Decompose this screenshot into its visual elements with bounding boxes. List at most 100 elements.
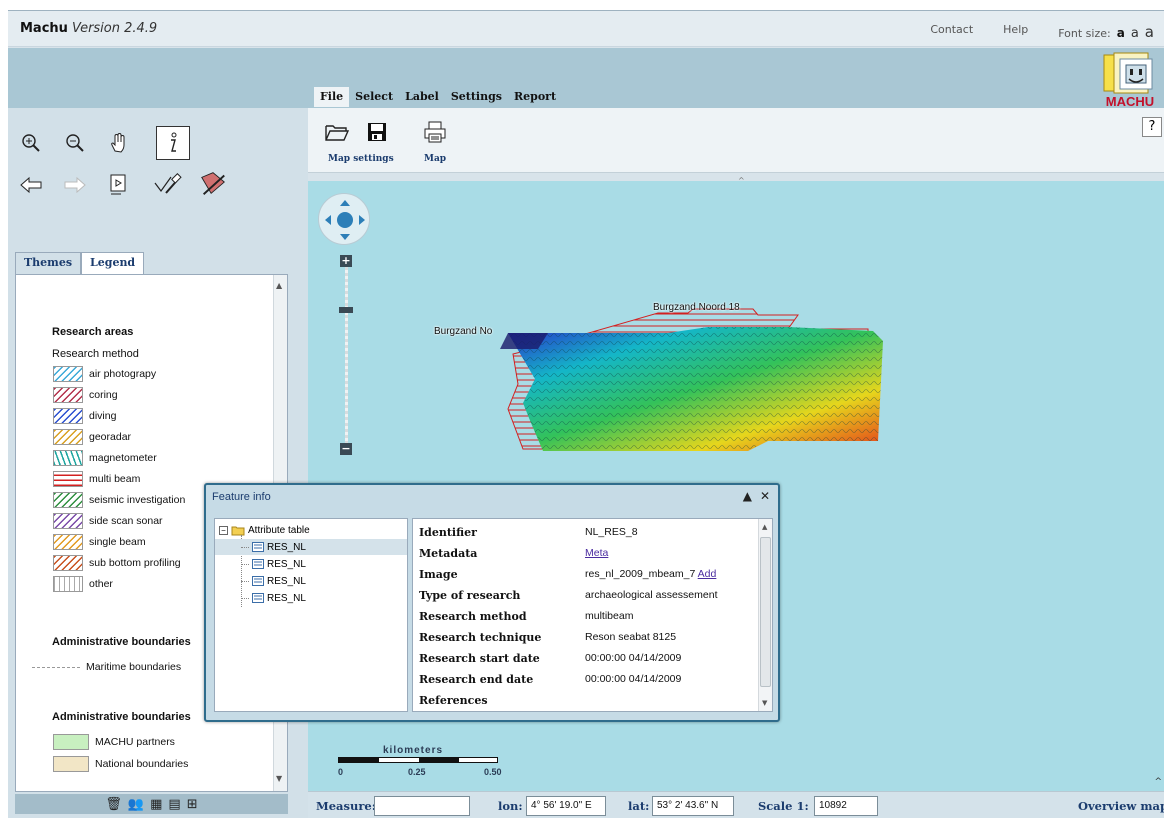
table-record-icon (252, 576, 264, 586)
attribute-key: References (419, 693, 488, 707)
attribute-value-cell: NL_RES_8 (585, 526, 638, 538)
method-swatch (53, 492, 83, 508)
machu-logo: MACHU (1100, 51, 1160, 109)
file-toolbar: Map settings Map (308, 108, 1164, 173)
legend-item-method: multi beam (53, 470, 140, 488)
partners-swatch (53, 734, 89, 750)
add-image-link[interactable]: Add (698, 568, 717, 580)
bathymetry-layer[interactable] (488, 299, 908, 479)
scroll-up-icon[interactable]: ▲ (276, 281, 282, 290)
attribute-row: Research method multibeam (419, 606, 759, 626)
scroll-up-icon[interactable]: ▲ (762, 523, 767, 531)
menu-select[interactable]: Select (349, 87, 399, 107)
feature-info-dialog: Feature info ▲ ✕ − Attribute table RES_N… (204, 483, 780, 722)
zoom-out-tool[interactable] (60, 128, 90, 158)
zoom-in-tool[interactable] (16, 128, 46, 158)
info-icon (171, 132, 177, 152)
next-extent-tool[interactable] (60, 170, 90, 200)
measure-label: Measure: (316, 799, 376, 813)
attribute-row: Research technique Reson seabat 8125 (419, 627, 759, 647)
menu-file[interactable]: File (314, 87, 350, 107)
collapse-icon[interactable]: − (219, 525, 228, 535)
zoom-out-icon (66, 134, 84, 152)
collapse-dialog-icon[interactable]: ▲ (743, 489, 752, 503)
tree-root[interactable]: − Attribute table (219, 522, 310, 538)
scale-tick-050: 0.50 (484, 767, 502, 777)
legend-item-maritime: Maritime boundaries (32, 658, 181, 676)
method-swatch (53, 387, 83, 403)
menu-settings[interactable]: Settings (445, 87, 508, 107)
tab-themes[interactable]: Themes (15, 252, 82, 274)
save-button[interactable] (362, 118, 392, 146)
columns-icon[interactable]: ▤ (168, 797, 180, 812)
tree-item[interactable]: RES_NL (215, 556, 407, 572)
scroll-thumb[interactable] (760, 537, 771, 687)
expand-overview-icon[interactable]: ^ (1154, 777, 1162, 787)
font-size-large[interactable]: a (1145, 23, 1154, 41)
legend-item-national-boundaries: National boundaries (53, 755, 188, 773)
metadata-link[interactable]: Meta (585, 547, 608, 559)
table-icon[interactable]: ▦ (150, 797, 162, 812)
zoom-slider[interactable]: + − (339, 255, 353, 455)
close-icon[interactable]: ✕ (760, 489, 770, 503)
lat-field[interactable]: 53° 2' 43.6" N (652, 796, 734, 816)
measure-line-icon (154, 173, 182, 194)
legend-item-label: single beam (89, 536, 146, 548)
measure-area-tool[interactable] (198, 168, 228, 198)
logo-icon (1103, 52, 1153, 94)
scale-unit: kilometers (383, 745, 444, 756)
pan-control[interactable] (318, 193, 370, 245)
trash-icon[interactable]: 🗑 (105, 797, 122, 812)
zoom-extent-tool[interactable] (104, 170, 134, 200)
open-folder-button[interactable] (322, 118, 352, 146)
attribute-row: Type of research archaeological assesseme… (419, 585, 759, 605)
menu-report[interactable]: Report (508, 87, 562, 107)
arrow-right-icon (64, 176, 86, 194)
measure-field[interactable] (374, 796, 470, 816)
font-size-small[interactable]: a (1117, 26, 1125, 40)
tree-item-label: RES_NL (267, 558, 306, 570)
attribute-scrollbar[interactable]: ▲ ▼ (758, 519, 772, 711)
legend-item-label: diving (89, 410, 117, 422)
zoom-minus-button[interactable]: − (340, 443, 352, 455)
map-settings-label: Map settings (328, 154, 394, 164)
help-link[interactable]: Help (1003, 23, 1028, 41)
scroll-down-icon[interactable]: ▼ (276, 774, 282, 783)
overview-map-link[interactable]: Overview map (1078, 799, 1164, 813)
scale-field[interactable]: 10892 (814, 796, 878, 816)
app-version: Version 2.4.9 (71, 21, 158, 36)
lon-field[interactable]: 4° 56' 19.0" E (526, 796, 606, 816)
attribute-key: Research technique (419, 630, 542, 644)
attribute-row: References (419, 690, 759, 710)
main-menu: File Select Label Settings Report (314, 87, 562, 107)
top-links: Contact Help Font size: a a a (930, 23, 1154, 41)
menu-label[interactable]: Label (399, 87, 445, 107)
map-label-burgzand-noord: Burgzand Noord 18 (653, 302, 740, 313)
zoom-plus-button[interactable]: + (340, 255, 352, 267)
zoom-in-icon (22, 134, 40, 152)
tree-item[interactable]: RES_NL (215, 573, 407, 589)
status-bar: Measure: lon: 4° 56' 19.0" E lat: 53° 2'… (308, 791, 1164, 818)
tab-legend[interactable]: Legend (81, 252, 145, 274)
contact-link[interactable]: Contact (930, 23, 973, 41)
font-size-medium[interactable]: a (1131, 26, 1139, 41)
pan-tool[interactable] (104, 128, 134, 158)
print-button[interactable] (420, 118, 450, 146)
scale-tick-025: 0.25 (408, 767, 426, 777)
app-title: Machu Version 2.4.9 (20, 21, 157, 36)
attribute-row: Identifier NL_RES_8 (419, 522, 759, 542)
help-button[interactable]: ? (1142, 117, 1162, 137)
add-layer-icon[interactable]: ⊞ (187, 797, 198, 812)
tree-item[interactable]: RES_NL (215, 590, 407, 606)
legend-toolbar: 🗑 👥 ▦ ▤ ⊞ (15, 794, 288, 814)
tree-item[interactable]: RES_NL (215, 539, 407, 555)
tree-branch (241, 546, 249, 548)
tree-item-label: RES_NL (267, 592, 306, 604)
font-size-control: Font size: a a a (1058, 23, 1154, 41)
measure-line-tool[interactable] (152, 170, 182, 200)
previous-extent-tool[interactable] (16, 170, 46, 200)
scroll-down-icon[interactable]: ▼ (762, 699, 767, 707)
info-tool[interactable] (156, 126, 190, 160)
users-icon[interactable]: 👥 (128, 797, 144, 812)
zoom-handle[interactable] (339, 307, 353, 313)
